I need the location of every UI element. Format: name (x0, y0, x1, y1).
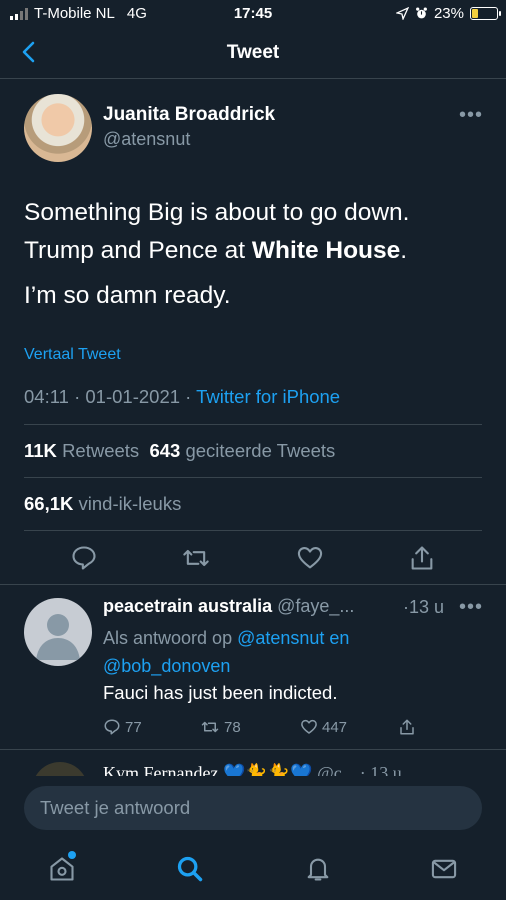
composer-placeholder: Tweet je antwoord (40, 797, 191, 818)
likes-stats: 66,1K vind-ik-leuks (24, 493, 181, 515)
avatar[interactable] (24, 598, 92, 666)
author-handle[interactable]: @atensnut (103, 129, 190, 150)
likes-label[interactable]: vind-ik-leuks (79, 493, 182, 514)
like-icon[interactable] (296, 544, 324, 572)
tweet-text: Something Big is about to go down. Trump… (24, 194, 484, 270)
reply-like-action[interactable]: 447 (300, 716, 347, 738)
tweet-meta: 04:11 · 01-01-2021 · Twitter for iPhone (24, 386, 341, 407)
mention[interactable]: @bob_donoven (103, 656, 230, 676)
retweets-count[interactable]: 11K (24, 440, 57, 461)
reply-icon (104, 719, 120, 735)
notification-dot (68, 851, 76, 859)
reply-text: Fauci has just been indicted. (103, 682, 338, 703)
reply-time: ·13 u (403, 597, 445, 617)
tweet-date: 01-01-2021 (85, 386, 181, 407)
next-reply-handle[interactable]: @c... (317, 763, 355, 776)
tweet-text-part: . (400, 237, 408, 264)
messages-icon[interactable] (430, 855, 458, 883)
divider (24, 424, 482, 425)
next-reply-header: Kym Fernandez 💙🐈🐈💙 @c... · 13 u (103, 763, 402, 776)
replying-to: Als antwoord op @atensnut en @bob_donove… (103, 624, 403, 680)
like-icon (301, 719, 317, 734)
nav-bar: Tweet (0, 30, 506, 79)
reply-author-handle[interactable]: @faye_... (277, 596, 354, 616)
mention[interactable]: @atensnut en (237, 628, 349, 648)
reply-retweet-action[interactable]: 78 (200, 716, 241, 738)
divider (24, 530, 482, 531)
next-reply-author[interactable]: Kym Fernandez (103, 763, 218, 776)
tweet-text-part: Trump and Pence at (24, 237, 252, 264)
more-icon[interactable]: ••• (459, 104, 483, 127)
next-reply-peek: Kym Fernandez 💙🐈🐈💙 @c... · 13 u (0, 762, 506, 776)
author-name[interactable]: Juanita Broaddrick (103, 104, 275, 126)
likes-count[interactable]: 66,1K (24, 493, 73, 514)
avatar[interactable] (32, 762, 88, 776)
avatar[interactable] (24, 94, 92, 162)
engagement-stats: 11K Retweets 643 geciteerde Tweets (24, 440, 335, 462)
tweet-line: Trump and Pence at White House. (24, 232, 484, 270)
reply-author: peacetrain australia @faye_... (103, 596, 354, 617)
reply-share-action[interactable] (398, 716, 416, 738)
reply-icon[interactable] (70, 544, 98, 572)
search-icon[interactable] (176, 855, 204, 883)
translate-link[interactable]: Vertaal Tweet (24, 346, 121, 364)
share-icon (400, 719, 414, 735)
replying-prefix: Als antwoord op (103, 628, 233, 648)
home-icon[interactable] (48, 855, 76, 883)
quotes-label[interactable]: geciteerde Tweets (185, 440, 335, 461)
reply-time-value: 13 u (409, 597, 445, 617)
retweet-count: 78 (224, 718, 241, 736)
location-icon (395, 7, 409, 20)
notifications-icon[interactable] (304, 855, 332, 883)
divider (0, 584, 506, 585)
battery-icon (470, 7, 501, 20)
next-reply-time-value: 13 u (370, 763, 402, 776)
tweet-line: I’m so damn ready. (24, 282, 231, 309)
like-count: 447 (322, 718, 348, 736)
reply-count: 77 (125, 718, 142, 736)
retweets-label[interactable]: Retweets (62, 440, 139, 461)
status-bar: T-Mobile NL 4G 17:45 23% (0, 0, 506, 28)
tweet-text-bold: White House (251, 237, 401, 264)
more-icon[interactable]: ••• (459, 596, 483, 619)
tweet-time: 04:11 (24, 386, 69, 407)
retweet-icon[interactable] (182, 544, 210, 572)
retweet-icon (201, 721, 219, 733)
share-icon[interactable] (408, 544, 436, 572)
page-title: Tweet (226, 42, 280, 63)
quotes-count[interactable]: 643 (149, 440, 180, 461)
battery-percent: 23% (433, 5, 464, 22)
reply-reply-action[interactable]: 77 (103, 716, 142, 738)
tweet-line: Something Big is about to go down. (24, 199, 410, 226)
divider (0, 749, 506, 750)
next-reply-time: · 13 u (360, 763, 402, 776)
next-reply-emojis: 💙🐈🐈💙 (222, 763, 313, 776)
alarm-icon (416, 7, 427, 19)
reply-author-name[interactable]: peacetrain australia (103, 596, 272, 616)
tweet-source[interactable]: Twitter for iPhone (196, 386, 340, 407)
divider (24, 477, 482, 478)
default-avatar-icon (36, 614, 80, 660)
